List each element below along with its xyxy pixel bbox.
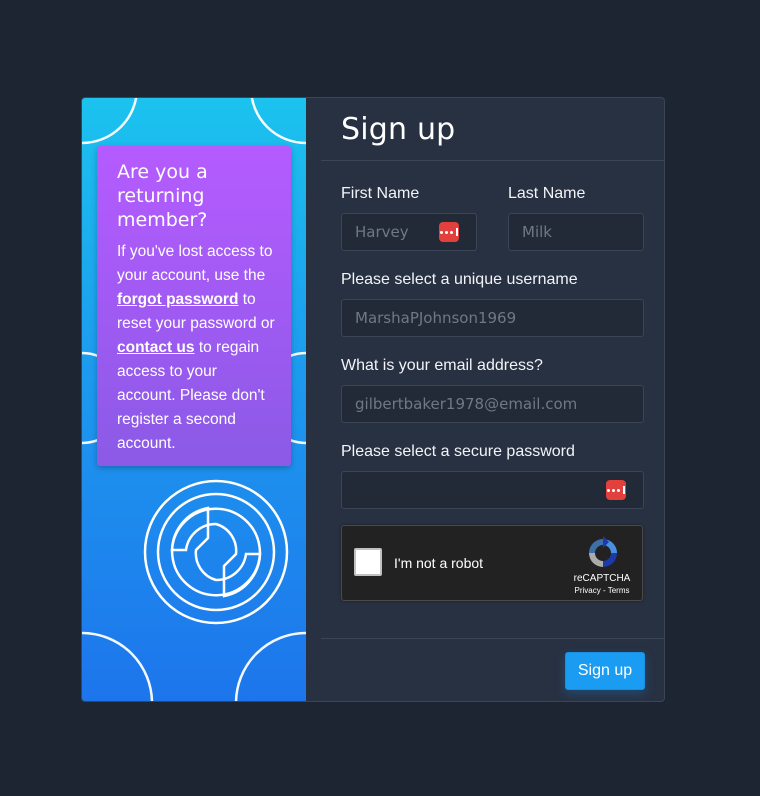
header-divider <box>321 160 664 161</box>
username-label: Please select a unique username <box>341 271 578 288</box>
links-separator: - <box>600 586 608 595</box>
first-name-label: First Name <box>341 185 420 202</box>
footer-divider <box>321 638 664 639</box>
sign-up-button[interactable]: Sign up <box>565 652 645 690</box>
password-manager-icon[interactable] <box>606 480 626 500</box>
recaptcha-widget: I'm not a robot reCAPTCHA Privacy - Term… <box>341 525 643 601</box>
contact-us-link[interactable]: contact us <box>117 339 195 356</box>
recaptcha-checkbox[interactable] <box>354 548 382 576</box>
email-input[interactable] <box>341 385 644 423</box>
signup-card: Are you a returning member? If you've lo… <box>81 97 665 702</box>
signup-form: Sign up First Name Last Name Please sele… <box>306 98 664 701</box>
notice-body: If you've lost access to your account, u… <box>117 240 275 456</box>
last-name-label: Last Name <box>508 185 586 202</box>
username-input[interactable] <box>341 299 644 337</box>
recaptcha-label: I'm not a robot <box>394 555 484 571</box>
notice-title: Are you a returning member? <box>117 161 208 231</box>
recaptcha-brand: reCAPTCHA <box>573 573 631 584</box>
privacy-link[interactable]: Privacy <box>575 586 601 595</box>
password-input[interactable] <box>341 471 644 509</box>
password-manager-icon[interactable] <box>439 222 459 242</box>
page-title: Sign up <box>341 112 456 147</box>
recaptcha-logo-icon <box>589 536 617 567</box>
password-label: Please select a secure password <box>341 443 575 460</box>
returning-member-notice: Are you a returning member? If you've lo… <box>97 146 291 466</box>
email-label: What is your email address? <box>341 357 543 374</box>
recaptcha-links: Privacy - Terms <box>568 586 636 595</box>
last-name-input[interactable] <box>508 213 644 251</box>
brand-side-panel: Are you a returning member? If you've lo… <box>82 98 306 701</box>
forgot-password-link[interactable]: forgot password <box>117 291 238 308</box>
notice-text: If you've lost access to your account, u… <box>117 243 273 284</box>
terms-link[interactable]: Terms <box>608 586 630 595</box>
